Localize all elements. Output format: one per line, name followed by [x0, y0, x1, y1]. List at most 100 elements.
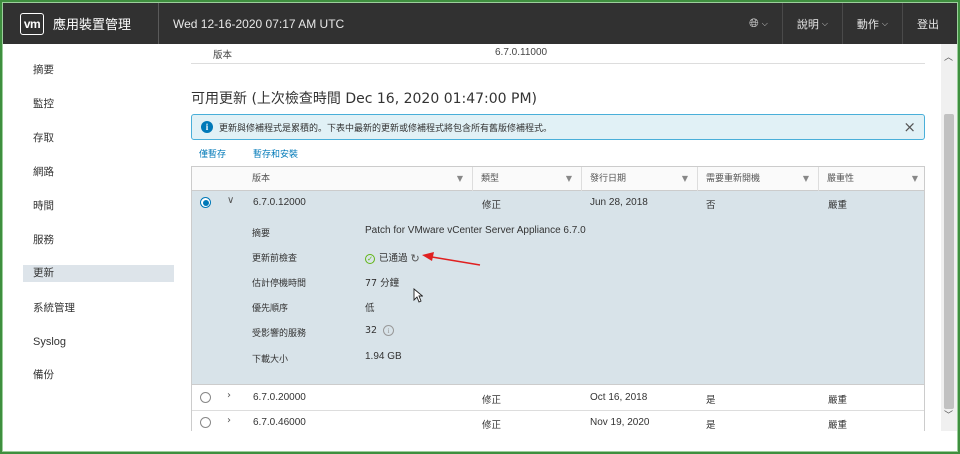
precheck-status-text: 已通過: [379, 253, 408, 264]
actions-label: 動作: [856, 17, 879, 31]
header-divider: [158, 3, 160, 44]
detail-summary-label: 摘要: [252, 229, 271, 239]
sidebar-item-syslog[interactable]: Syslog: [23, 334, 174, 351]
detail-downtime-label: 估計停機時間: [252, 279, 307, 289]
row-release-date: Oct 16, 2018: [590, 392, 648, 403]
stage-and-install-button[interactable]: 暫存和安裝: [253, 147, 298, 160]
column-label: 版本: [252, 174, 271, 184]
row-reboot: 是: [706, 395, 716, 406]
close-icon[interactable]: ×: [903, 118, 916, 136]
column-type[interactable]: 類型 ▼: [472, 167, 580, 191]
chevron-down-icon: ⌵: [881, 18, 888, 28]
sidebar-item-administration[interactable]: 系統管理: [23, 300, 174, 317]
alert-text: 更新與修補程式是累積的。下表中最新的更新或修補程式將包含所有舊版修補程式。: [219, 123, 553, 134]
row-severity: 嚴重: [828, 395, 848, 406]
bottom-strip: [3, 431, 957, 451]
filter-icon[interactable]: ▼: [803, 167, 809, 191]
sidebar-item-update[interactable]: 更新: [23, 265, 174, 282]
logout-label: 登出: [917, 17, 939, 31]
info-alert: i 更新與修補程式是累積的。下表中最新的更新或修補程式將包含所有舊版修補程式。 …: [191, 114, 925, 140]
row-reboot: 否: [706, 200, 716, 211]
column-severity[interactable]: 嚴重性 ▼: [818, 167, 924, 191]
help-label: 說明: [796, 17, 819, 31]
filter-icon[interactable]: ▼: [682, 167, 688, 191]
sidebar-item-services[interactable]: 服務: [23, 232, 174, 249]
detail-services-value: 32 i: [365, 325, 395, 336]
row-type: 修正: [482, 200, 502, 211]
sidebar-item-summary[interactable]: 摘要: [23, 62, 174, 79]
chevron-down-icon: ⌵: [821, 18, 828, 28]
sidebar-item-time[interactable]: 時間: [23, 198, 174, 215]
detail-download-label: 下載大小: [252, 355, 289, 365]
refresh-icon[interactable]: ↻: [411, 252, 420, 265]
main-content: 版本 6.7.0.11000 可用更新 (上次檢查時間 Dec 16, 2020…: [177, 44, 941, 431]
column-label: 嚴重性: [827, 174, 855, 184]
top-header: vm 應用裝置管理 Wed 12-16-2020 07:17 AM UTC 🌐︎…: [3, 3, 957, 44]
globe-icon: 🌐︎: [749, 16, 759, 30]
row-release-date: Nov 19, 2020: [590, 417, 650, 428]
row-radio[interactable]: [200, 197, 211, 208]
app-title: 應用裝置管理: [53, 18, 132, 33]
scroll-down-icon[interactable]: ﹀: [944, 408, 953, 421]
header-datetime: Wed 12-16-2020 07:17 AM UTC: [173, 16, 345, 31]
filter-icon[interactable]: ▼: [566, 167, 572, 191]
sidebar-item-monitor[interactable]: 監控: [23, 96, 174, 113]
table-row[interactable]: › 6.7.0.46000 修正 Nov 19, 2020 是 嚴重: [192, 411, 924, 431]
row-radio[interactable]: [200, 417, 211, 428]
detail-download-value: 1.94 GB: [365, 351, 402, 362]
table-header: 版本 ▼ 類型 ▼ 發行日期 ▼ 需要重新開機 ▼ 嚴重性 ▼: [192, 167, 924, 191]
vertical-scrollbar[interactable]: ︿ ﹀: [941, 44, 957, 431]
info-icon[interactable]: i: [383, 325, 395, 336]
scroll-up-icon[interactable]: ︿: [944, 50, 953, 63]
version-value: 6.7.0.11000: [495, 47, 548, 58]
sidebar-item-networking[interactable]: 網路: [23, 164, 174, 181]
language-menu[interactable]: 🌐︎ ⌵: [735, 3, 782, 44]
info-icon: i: [201, 121, 213, 133]
detail-precheck-value: ✓ 已通過 ↻: [365, 250, 420, 265]
sidebar-item-backup[interactable]: 備份: [23, 367, 174, 384]
row-severity: 嚴重: [828, 420, 848, 431]
row-version: 6.7.0.12000: [253, 197, 306, 208]
vmware-logo: vm: [20, 12, 44, 35]
column-label: 需要重新開機: [706, 174, 761, 184]
detail-services-label: 受影響的服務: [252, 329, 307, 339]
row-reboot: 是: [706, 420, 716, 431]
table-row[interactable]: › 6.7.0.20000 修正 Oct 16, 2018 是 嚴重: [192, 386, 924, 411]
row-details-panel: 摘要 Patch for VMware vCenter Server Appli…: [192, 215, 924, 385]
stage-only-button[interactable]: 僅暫存: [199, 147, 226, 160]
chevron-down-icon: ⌵: [761, 18, 768, 28]
table-row[interactable]: ∨ 6.7.0.12000 修正 Jun 28, 2018 否 嚴重: [192, 191, 924, 216]
check-circle-icon: ✓: [365, 253, 375, 264]
sidebar-item-access[interactable]: 存取: [23, 130, 174, 147]
chevron-down-icon[interactable]: ∨: [227, 195, 234, 206]
row-type: 修正: [482, 420, 502, 431]
detail-downtime-value: 77 分鐘: [365, 278, 400, 289]
row-version: 6.7.0.20000: [253, 392, 306, 403]
row-radio[interactable]: [200, 392, 211, 403]
logout-button[interactable]: 登出: [902, 3, 957, 44]
scrollbar-thumb[interactable]: [944, 114, 954, 409]
chevron-right-icon[interactable]: ›: [227, 415, 231, 426]
detail-priority-label: 優先順序: [252, 304, 289, 314]
filter-icon[interactable]: ▼: [912, 167, 918, 191]
column-reboot-required[interactable]: 需要重新開機 ▼: [697, 167, 817, 191]
detail-priority-value: 低: [365, 303, 375, 314]
chevron-right-icon[interactable]: ›: [227, 390, 231, 401]
detail-summary-value: Patch for VMware vCenter Server Applianc…: [365, 225, 586, 236]
detail-precheck-label: 更新前檢查: [252, 254, 298, 264]
version-label: 版本: [213, 50, 233, 61]
filter-icon[interactable]: ▼: [457, 167, 463, 191]
help-menu[interactable]: 說明 ⌵: [781, 3, 842, 44]
row-release-date: Jun 28, 2018: [590, 197, 648, 208]
current-version-row: 版本 6.7.0.11000: [191, 44, 925, 64]
row-version: 6.7.0.46000: [253, 417, 306, 428]
column-label: 發行日期: [590, 174, 627, 184]
column-release-date[interactable]: 發行日期 ▼: [581, 167, 696, 191]
actions-menu[interactable]: 動作 ⌵: [841, 3, 902, 44]
row-type: 修正: [482, 395, 502, 406]
updates-table: 版本 ▼ 類型 ▼ 發行日期 ▼ 需要重新開機 ▼ 嚴重性 ▼ ∨ 6.7.0.…: [191, 166, 925, 431]
sidebar-nav: 摘要 監控 存取 網路 時間 服務 更新 系統管理 Syslog 備份: [3, 44, 177, 431]
column-version[interactable]: 版本 ▼: [244, 167, 471, 191]
available-updates-title: 可用更新 (上次檢查時間 Dec 16, 2020 01:47:00 PM): [191, 91, 538, 107]
column-label: 類型: [481, 174, 500, 184]
